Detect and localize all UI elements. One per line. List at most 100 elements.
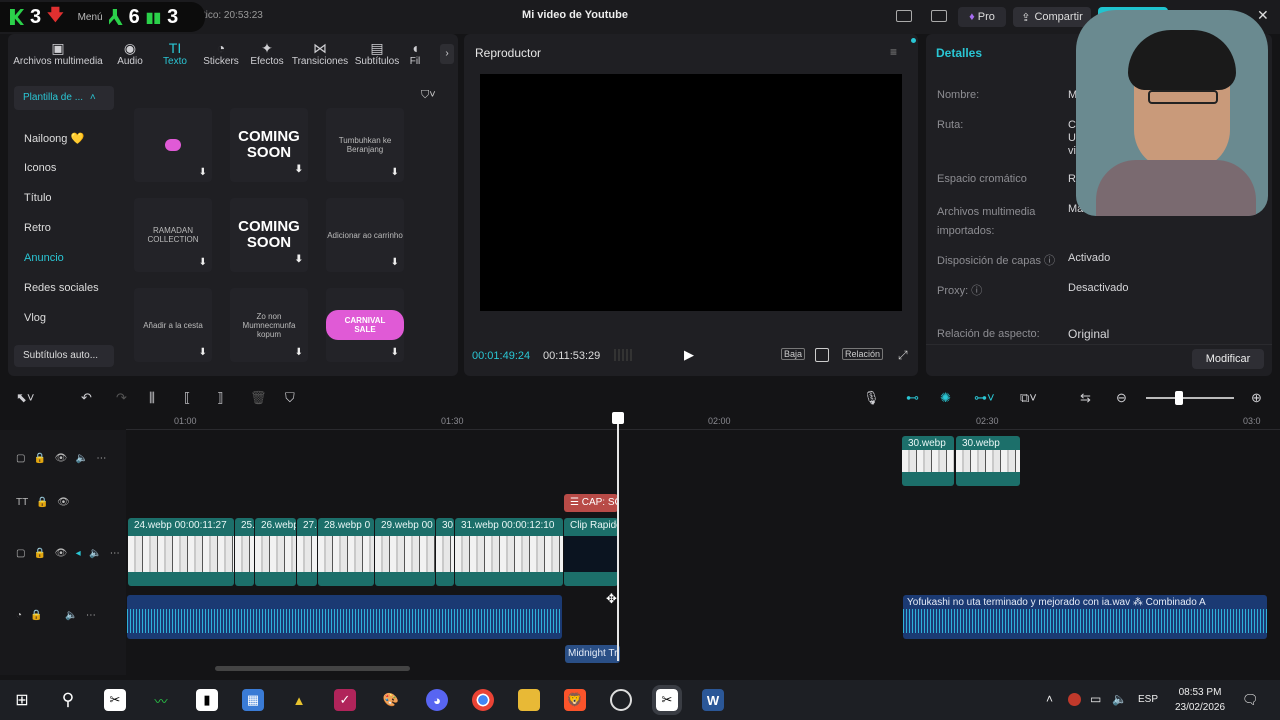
text-template[interactable]: COMING SOON ⬇ xyxy=(230,108,308,182)
video-clip[interactable]: 28.webp 0 xyxy=(318,518,374,586)
delete-icon[interactable]: 🗑 xyxy=(250,390,267,406)
shield-icon[interactable]: ⛉ xyxy=(285,390,295,406)
text-template[interactable]: Añadir a la cesta ⬇ xyxy=(134,288,212,362)
tray-app-icon[interactable] xyxy=(1068,693,1081,706)
download-icon[interactable]: ⬇ xyxy=(199,257,207,268)
text-template[interactable]: RAMADAN COLLECTION ⬇ xyxy=(134,198,212,272)
chain-icon[interactable]: ⊶˅ xyxy=(974,390,995,406)
video-clip[interactable]: 26.webp xyxy=(255,518,296,586)
network-icon[interactable]: ▭ xyxy=(1090,692,1101,706)
share-button[interactable]: ⇪ Compartir xyxy=(1013,7,1091,27)
language-indicator[interactable]: ESP xyxy=(1138,694,1158,705)
select-tool-icon[interactable]: ⬉˅ xyxy=(16,390,34,406)
info-icon[interactable]: ⓘ xyxy=(971,285,982,297)
download-icon[interactable]: ⬇ xyxy=(199,167,207,178)
tab-text[interactable]: TI Texto xyxy=(152,36,198,72)
capcut-active-icon[interactable]: ✂ xyxy=(652,685,682,715)
video-clip[interactable]: 31.webp 00:00:12:10 xyxy=(455,518,563,586)
overlay-clip[interactable]: 30.webp xyxy=(956,436,1020,486)
modify-button[interactable]: Modificar xyxy=(1192,349,1264,369)
download-icon[interactable]: ⬇ xyxy=(391,257,399,268)
text-template[interactable]: Zo non Mumnecmunfa kopum ⬇ xyxy=(230,288,308,362)
obs-icon[interactable] xyxy=(610,689,632,711)
category-item[interactable]: Vlog xyxy=(14,303,114,333)
layout-icon[interactable] xyxy=(896,10,912,22)
fit-icon[interactable]: ⇆ xyxy=(1080,390,1091,406)
notification-icon[interactable]: 🗨 xyxy=(1242,692,1259,708)
magnet-icon[interactable]: ✺ xyxy=(940,390,951,406)
keyboard-icon[interactable] xyxy=(931,10,947,22)
tab-media[interactable]: ▣ Archivos multimedia xyxy=(8,36,108,72)
menu-icon[interactable]: ≡ xyxy=(890,45,897,59)
zoom-out-icon[interactable]: ⊖ xyxy=(1116,390,1127,406)
category-item[interactable]: Anuncio xyxy=(14,243,114,273)
pro-button[interactable]: ♦ Pro xyxy=(958,7,1006,27)
video-clip[interactable]: 24.webp 00:00:11:27 xyxy=(128,518,234,586)
discord-icon[interactable]: ◕ xyxy=(426,689,448,711)
split-icon[interactable]: ⫼ xyxy=(149,390,155,406)
info-icon[interactable]: ⓘ xyxy=(1044,255,1055,267)
audio-clip-small[interactable]: Midnight Tr xyxy=(565,645,620,663)
text-template[interactable]: ⬇ xyxy=(134,108,212,182)
app-magenta-icon[interactable]: ✓ xyxy=(334,689,356,711)
category-item[interactable]: Nailoong 💛 xyxy=(14,123,114,153)
zoom-in-icon[interactable]: ⊕ xyxy=(1251,390,1262,406)
paint-icon[interactable]: 🎨 xyxy=(380,689,402,711)
category-item[interactable]: Título xyxy=(14,183,114,213)
search-icon[interactable]: ⚲ xyxy=(57,689,79,711)
store-icon[interactable]: ▦ xyxy=(242,689,264,711)
download-icon[interactable]: ⬇ xyxy=(199,347,207,358)
audio-clip[interactable] xyxy=(127,595,562,639)
text-template[interactable]: Tumbuhkan ke Beranjang ⬇ xyxy=(326,108,404,182)
zoom-fit-icon[interactable] xyxy=(815,348,829,362)
text-template[interactable]: Adicionar ao carrinho ⬇ xyxy=(326,198,404,272)
caption-clip[interactable]: ☰ CAP: SC xyxy=(564,494,618,512)
filter-sort-icon[interactable]: ⛉˅ xyxy=(421,89,436,102)
download-icon[interactable]: ⬇ xyxy=(295,252,303,268)
video-clip[interactable]: Clip Rapido xyxy=(564,518,618,586)
playhead-handle[interactable] xyxy=(612,412,624,424)
download-icon[interactable]: ⬇ xyxy=(295,162,303,178)
playhead[interactable] xyxy=(617,416,619,661)
tray-chevron-icon[interactable]: ˄ xyxy=(1046,692,1053,706)
chrome-icon[interactable] xyxy=(472,689,494,711)
undo-icon[interactable]: ↶ xyxy=(81,390,92,406)
text-template[interactable]: CARNIVAL SALE ⬇ xyxy=(326,288,404,362)
video-clip[interactable]: 27. xyxy=(297,518,317,586)
microphone-icon[interactable]: 🎙 xyxy=(863,390,880,406)
tab-stickers[interactable]: ◔ Stickers xyxy=(198,36,244,72)
category-item[interactable]: Redes sociales xyxy=(14,273,114,303)
aspect-ratio-button[interactable]: Relación xyxy=(842,348,884,360)
volume-icon[interactable]: 🔈 xyxy=(1112,692,1127,706)
zoom-slider[interactable] xyxy=(1146,397,1234,399)
clock[interactable]: 08:53 PM 23/02/2026 xyxy=(1170,685,1230,715)
download-icon[interactable]: ⬇ xyxy=(391,347,399,358)
text-template[interactable]: COMING SOON ⬇ xyxy=(230,198,308,272)
word-icon[interactable]: W xyxy=(702,689,724,711)
preview-axis-icon[interactable]: ⧉˅ xyxy=(1020,390,1037,406)
tab-subtitles[interactable]: ▤ Subtítulos xyxy=(350,36,404,72)
timeline-ruler[interactable] xyxy=(126,412,1280,430)
file-icon[interactable]: ▲ xyxy=(288,689,310,711)
close-icon[interactable]: ✕ xyxy=(1257,7,1269,24)
tab-audio[interactable]: ◉ Audio xyxy=(108,36,152,72)
video-clip[interactable]: 30. xyxy=(436,518,454,586)
brave-icon[interactable]: 🦁 xyxy=(564,689,586,711)
auto-subtitles-button[interactable]: Subtítulos auto... xyxy=(14,345,114,367)
tab-transitions[interactable]: ⋈ Transiciones xyxy=(290,36,350,72)
app-white-icon[interactable]: ▮ xyxy=(196,689,218,711)
audio-clip[interactable]: Yofukashi no uta terminado y mejorado co… xyxy=(903,595,1267,639)
fullscreen-icon[interactable]: ⤢ xyxy=(898,348,908,363)
download-icon[interactable]: ⬇ xyxy=(295,347,303,358)
video-clip[interactable]: 29.webp 00 xyxy=(375,518,435,586)
capcut-icon[interactable]: ✂ xyxy=(104,689,126,711)
trim-left-icon[interactable]: ⟦ xyxy=(184,390,190,406)
trim-right-icon[interactable]: ⟧ xyxy=(217,390,223,406)
category-dropdown[interactable]: Plantilla de ... ˄ xyxy=(14,86,114,110)
tabs-next-icon[interactable]: › xyxy=(440,44,454,64)
quality-button[interactable]: Baja xyxy=(781,348,806,360)
windows-start-icon[interactable]: ⊞ xyxy=(11,689,33,711)
video-preview[interactable] xyxy=(480,74,902,311)
category-item[interactable]: Retro xyxy=(14,213,114,243)
redo-icon[interactable]: ↷ xyxy=(116,390,127,406)
